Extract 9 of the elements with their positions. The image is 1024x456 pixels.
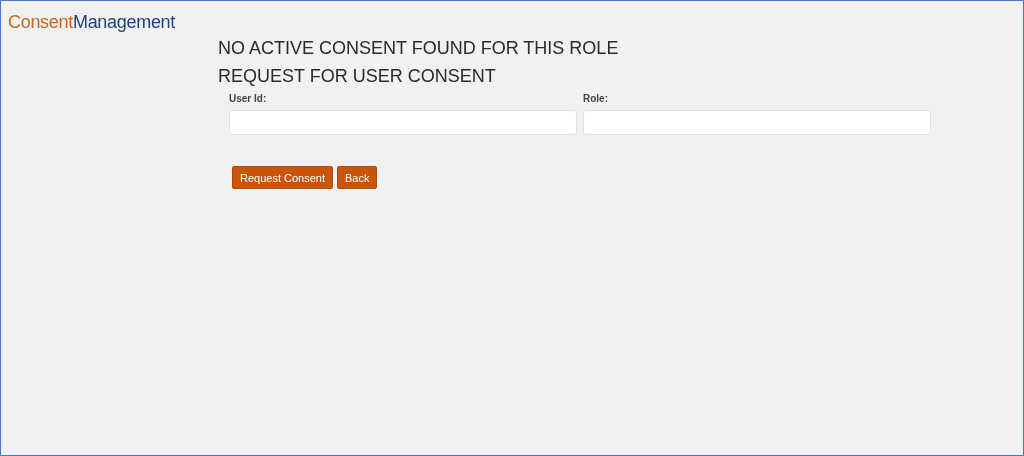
input-field[interactable] (583, 110, 931, 135)
request-button[interactable]: Request Consent (232, 166, 333, 189)
input-field[interactable] (229, 110, 577, 135)
page-heading: NO ACTIVE CONSENT FOUND FOR THIS ROLE (218, 37, 620, 60)
field-label: Role: (583, 93, 609, 106)
back-button[interactable]: Back (337, 166, 378, 189)
logo: ConsentManagement (8, 12, 176, 33)
page-heading: REQUEST FOR USER CONSENT (218, 65, 497, 88)
field-label: User Id: (229, 93, 268, 106)
